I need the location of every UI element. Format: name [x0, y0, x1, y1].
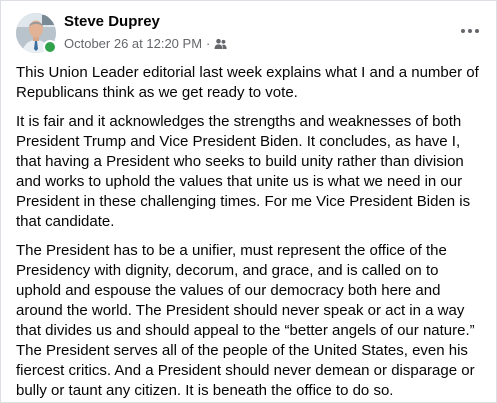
author-name[interactable]: Steve Duprey — [64, 13, 160, 30]
friends-icon[interactable] — [214, 38, 227, 50]
post-paragraph: This Union Leader editorial last week ex… — [16, 64, 479, 101]
post-body: This Union Leader editorial last week ex… — [16, 63, 486, 403]
post-header: Steve Duprey October 26 at 12:20 PM · — [1, 1, 496, 61]
avatar-container[interactable] — [16, 13, 57, 54]
post-paragraph: The President has to be a unifier, must … — [16, 242, 475, 399]
online-status-indicator — [43, 40, 57, 54]
post-meta: October 26 at 12:20 PM · — [64, 36, 227, 51]
meta-separator: · — [206, 36, 211, 51]
more-options-button[interactable] — [456, 19, 484, 43]
post-card: Steve Duprey October 26 at 12:20 PM · Th… — [0, 0, 497, 403]
post-timestamp[interactable]: October 26 at 12:20 PM — [64, 36, 202, 51]
more-options-icon — [461, 29, 479, 33]
post-paragraph: It is fair and it acknowledges the stren… — [16, 113, 471, 230]
